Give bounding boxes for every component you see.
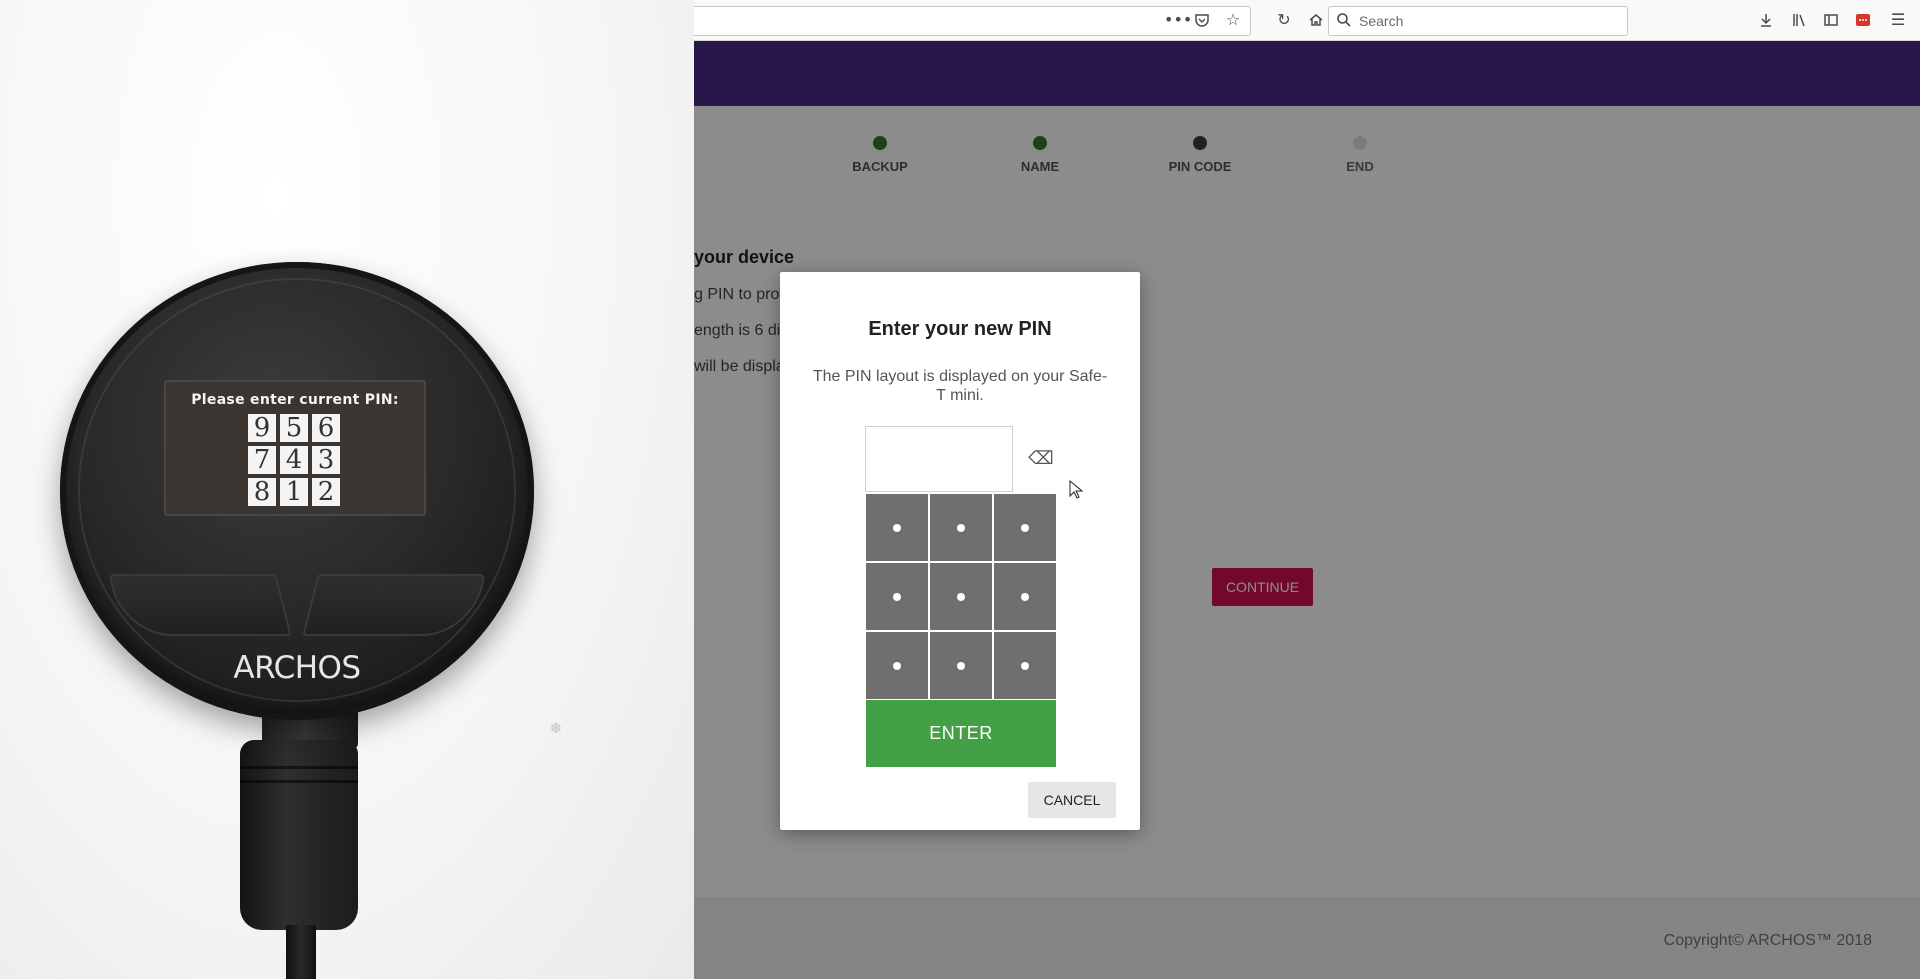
pocket-icon[interactable] xyxy=(1190,8,1214,32)
backspace-icon[interactable]: ⌫ xyxy=(1026,446,1056,472)
dust-speck: ✽ xyxy=(550,720,562,736)
pin-key[interactable] xyxy=(866,632,928,699)
search-box[interactable]: Search xyxy=(1328,6,1628,36)
home-icon[interactable] xyxy=(1304,8,1328,32)
addon-icon[interactable] xyxy=(1851,8,1875,32)
device-digit: 8 xyxy=(248,478,276,506)
pin-input-field[interactable] xyxy=(865,426,1013,492)
pin-key[interactable] xyxy=(930,632,992,699)
device-digit: 3 xyxy=(312,446,340,474)
menu-icon[interactable]: ☰ xyxy=(1886,8,1910,32)
pin-key[interactable] xyxy=(994,494,1056,561)
device-photo: Please enter current PIN: 9 5 6 7 4 3 8 … xyxy=(0,0,694,979)
enter-button[interactable]: ENTER xyxy=(866,700,1056,767)
dialog-title: Enter your new PIN xyxy=(868,318,1052,340)
pin-key-dot xyxy=(893,592,901,601)
pin-key-dot xyxy=(1021,592,1029,601)
pin-entry-dialog: Enter your new PIN The PIN layout is dis… xyxy=(780,272,1140,830)
pin-key-dot xyxy=(1021,523,1029,532)
usb-cable-plug xyxy=(240,740,358,930)
pin-key[interactable] xyxy=(994,563,1056,630)
device-brand-logo: ARCHOS xyxy=(233,650,361,686)
dialog-description: The PIN layout is displayed on your Safe… xyxy=(812,368,1108,404)
browser-window: ••• ☆ ↻ Search ☰ BACKUP NAME PIN CODE EN… xyxy=(694,0,1920,979)
safe-t-mini-device: Please enter current PIN: 9 5 6 7 4 3 8 … xyxy=(60,262,534,720)
bookmark-star-icon[interactable]: ☆ xyxy=(1221,8,1245,32)
cancel-button[interactable]: CANCEL xyxy=(1028,782,1116,818)
sidebar-icon[interactable] xyxy=(1819,8,1843,32)
device-digit: 7 xyxy=(248,446,276,474)
pin-key[interactable] xyxy=(930,494,992,561)
device-screen-title: Please enter current PIN: xyxy=(191,392,399,408)
device-digit: 2 xyxy=(312,478,340,506)
mouse-cursor-icon xyxy=(1069,480,1083,499)
pin-key-dot xyxy=(1021,661,1029,670)
search-icon xyxy=(1336,12,1354,30)
reload-icon[interactable]: ↻ xyxy=(1272,8,1296,32)
modal-backdrop[interactable]: Enter your new PIN The PIN layout is dis… xyxy=(694,41,1920,979)
pin-key[interactable] xyxy=(994,632,1056,699)
pin-key[interactable] xyxy=(866,494,928,561)
search-placeholder: Search xyxy=(1359,13,1404,29)
device-digit-grid: 9 5 6 7 4 3 8 1 2 xyxy=(248,414,344,506)
device-digit: 1 xyxy=(280,478,308,506)
device-screen: Please enter current PIN: 9 5 6 7 4 3 8 … xyxy=(164,380,426,516)
browser-toolbar: ••• ☆ ↻ Search ☰ xyxy=(694,0,1920,41)
pin-key-dot xyxy=(957,592,965,601)
pin-key-dot xyxy=(893,523,901,532)
download-icon[interactable] xyxy=(1754,8,1778,32)
pin-key-dot xyxy=(957,523,965,532)
device-digit: 5 xyxy=(280,414,308,442)
pin-key-dot xyxy=(893,661,901,670)
device-digit: 4 xyxy=(280,446,308,474)
more-actions-icon[interactable]: ••• xyxy=(1164,8,1192,32)
pin-key[interactable] xyxy=(866,563,928,630)
pin-key-dot xyxy=(957,661,965,670)
device-digit: 9 xyxy=(248,414,276,442)
library-icon[interactable] xyxy=(1787,8,1811,32)
usb-cable-wire xyxy=(286,925,316,979)
pin-keypad xyxy=(866,494,1056,699)
device-digit: 6 xyxy=(312,414,340,442)
pin-key[interactable] xyxy=(930,563,992,630)
